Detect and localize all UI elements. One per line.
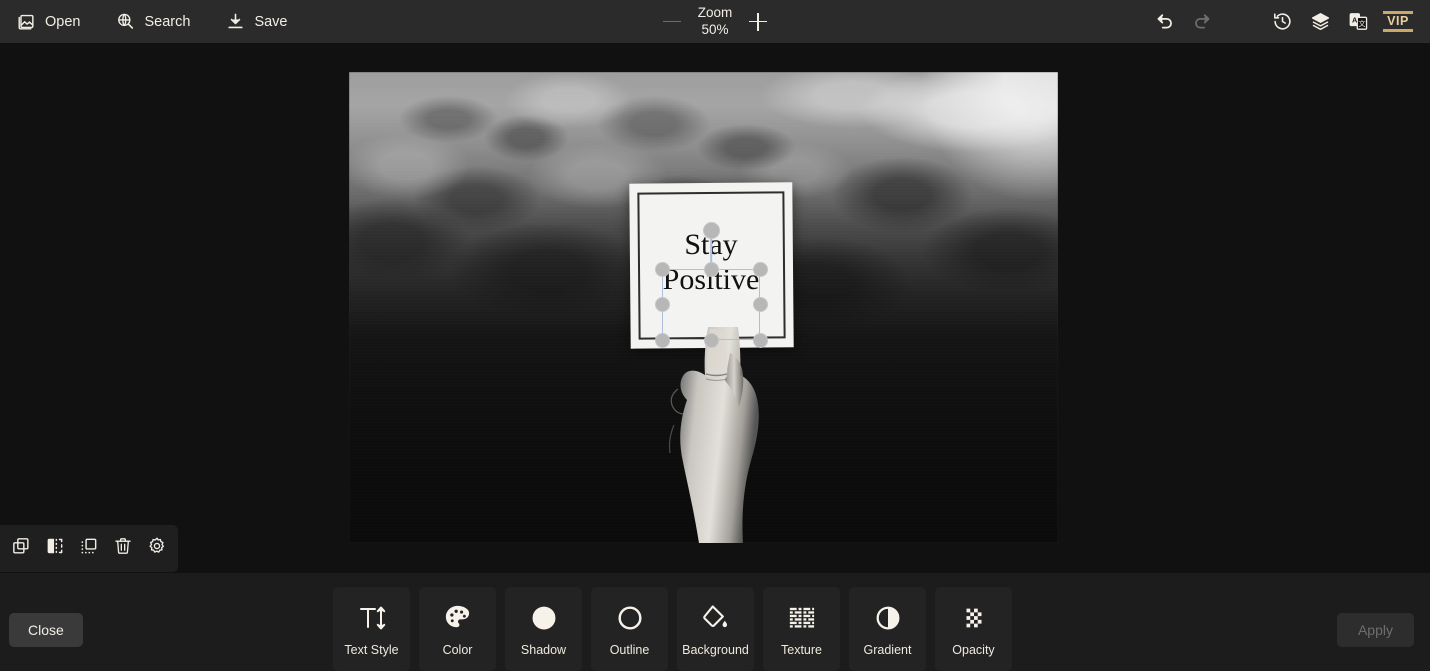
top-toolbar-right-group: A 文 VIP (1147, 0, 1417, 43)
translate-button[interactable]: A 文 (1341, 5, 1375, 39)
zoom-out-button[interactable] (660, 10, 684, 34)
apply-button[interactable]: Apply (1336, 613, 1414, 647)
save-button-label: Save (254, 13, 288, 30)
tool-shadow-label: Shadow (520, 642, 567, 657)
canvas-stage[interactable]: Stay Positive (0, 43, 1430, 573)
svg-text:A: A (1351, 15, 1357, 24)
tool-texture[interactable]: Texture (763, 587, 840, 671)
flip-icon (45, 536, 65, 561)
history-button[interactable] (1265, 5, 1299, 39)
top-toolbar: Open Search Save Zoom 50% A 文 VIP (0, 0, 1430, 43)
resize-handle-ne[interactable] (752, 261, 768, 277)
checkerboard-icon (959, 602, 989, 634)
tool-texture-label: Texture (781, 642, 822, 657)
tool-outline[interactable]: Outline (591, 587, 668, 671)
delete-icon (113, 536, 133, 561)
undo-button[interactable] (1147, 5, 1181, 39)
palette-icon (442, 602, 473, 634)
texture-weave-icon (786, 602, 817, 634)
tool-color-label: Color (442, 642, 473, 657)
tool-opacity[interactable]: Opacity (935, 587, 1012, 671)
svg-text:文: 文 (1358, 19, 1365, 28)
vip-label: VIP (1387, 14, 1409, 28)
tool-gradient-label: Gradient (863, 642, 912, 657)
flip-button[interactable] (40, 534, 70, 564)
resize-handle-se[interactable] (752, 332, 768, 348)
gradient-circle-icon (873, 602, 903, 634)
undo-icon (1154, 11, 1175, 32)
tool-text-style-label: Text Style (344, 642, 399, 657)
paint-bucket-icon (700, 602, 731, 634)
tool-shadow[interactable]: Shadow (505, 587, 582, 671)
object-action-toolbar (0, 525, 178, 572)
redo-icon (1192, 11, 1213, 32)
tool-background-label: Background (682, 642, 749, 657)
search-button[interactable]: Search (109, 7, 197, 36)
outline-ring-icon (615, 602, 645, 634)
top-toolbar-left-group: Open Search Save (0, 7, 295, 36)
tool-gradient[interactable]: Gradient (849, 587, 926, 671)
resize-handle-sw[interactable] (654, 332, 670, 348)
image-open-icon (17, 12, 36, 31)
layers-button[interactable] (1303, 5, 1337, 39)
bottom-panel: Close Text Style Color Shadow Outline Ba… (0, 573, 1430, 671)
resize-handle-nw[interactable] (654, 261, 670, 277)
vip-badge[interactable]: VIP (1379, 8, 1417, 35)
hand-holding-card (644, 327, 789, 543)
resize-handle-s[interactable] (703, 332, 719, 348)
layer-icon (79, 536, 99, 561)
image-editor-app: Open Search Save Zoom 50% A 文 VIP Stay P… (0, 0, 1430, 671)
resize-handle-w[interactable] (654, 297, 670, 312)
resize-handle-e[interactable] (752, 297, 768, 312)
tool-text-style[interactable]: Text Style (333, 587, 410, 671)
vip-bar-bottom (1383, 29, 1413, 32)
open-button[interactable]: Open (10, 7, 87, 36)
tool-outline-label: Outline (609, 642, 650, 657)
resize-handle-n[interactable] (703, 261, 719, 277)
close-button[interactable]: Close (9, 613, 83, 647)
text-tool-list: Text Style Color Shadow Outline Backgrou… (333, 587, 1012, 671)
selection-bounding-box (662, 269, 760, 340)
tool-opacity-label: Opacity (952, 642, 995, 657)
rotate-handle[interactable] (702, 221, 720, 239)
open-button-label: Open (45, 13, 81, 30)
delete-button[interactable] (108, 534, 138, 564)
arrange-layer-button[interactable] (74, 534, 104, 564)
history-icon (1272, 11, 1293, 32)
settings-button[interactable] (142, 534, 172, 564)
zoom-readout: Zoom 50% (698, 5, 733, 39)
download-save-icon (226, 12, 245, 31)
layers-icon (1310, 11, 1331, 32)
settings-icon (147, 536, 167, 561)
redo-button[interactable] (1185, 5, 1219, 39)
duplicate-button[interactable] (6, 534, 36, 564)
selected-text-object[interactable] (654, 221, 768, 348)
globe-search-icon (116, 12, 135, 31)
zoom-value: 50% (701, 21, 729, 37)
zoom-title: Zoom (697, 4, 733, 20)
duplicate-icon (11, 536, 31, 561)
search-button-label: Search (144, 13, 191, 30)
shadow-circle-icon (529, 602, 559, 634)
tool-background[interactable]: Background (677, 587, 754, 671)
text-size-icon (356, 602, 388, 634)
tool-color[interactable]: Color (419, 587, 496, 671)
save-button[interactable]: Save (219, 7, 294, 36)
zoom-in-button[interactable] (746, 10, 770, 34)
translate-icon: A 文 (1348, 11, 1369, 32)
